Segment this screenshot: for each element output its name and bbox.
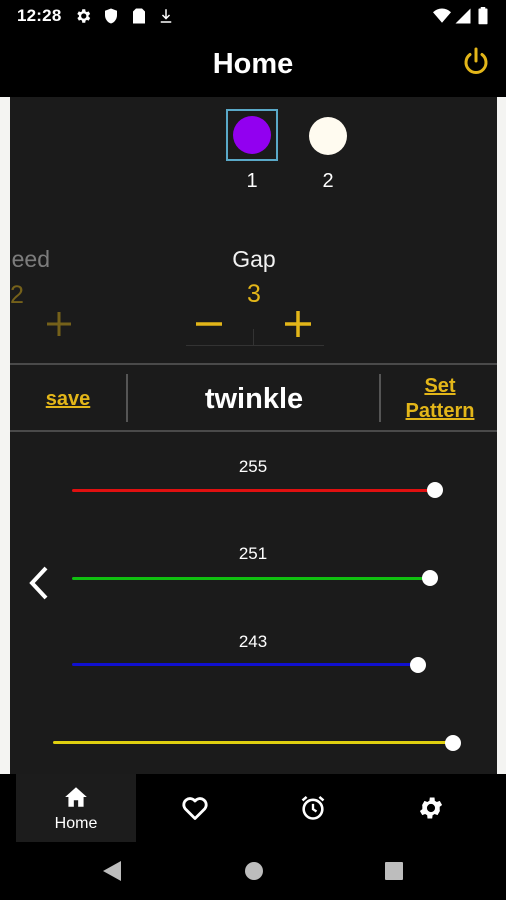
green-slider-value: 251	[238, 544, 268, 563]
power-icon[interactable]	[460, 46, 492, 78]
gap-label: Gap	[232, 246, 276, 272]
save-button[interactable]: save	[30, 387, 106, 412]
right-edge-panel	[497, 97, 506, 774]
blue-slider-thumb[interactable]	[410, 657, 426, 673]
signal-icon	[455, 8, 471, 24]
gear-icon	[419, 797, 443, 819]
wifi-icon	[433, 8, 451, 23]
app-bar: Home	[0, 34, 506, 97]
color-swatch-2[interactable]	[309, 117, 347, 155]
red-slider-value: 255	[238, 457, 268, 476]
tab-settings[interactable]	[372, 774, 490, 842]
set-pattern-line-2: Pattern	[405, 400, 475, 422]
speed-increase-button[interactable]	[41, 306, 77, 342]
green-slider-track[interactable]	[72, 577, 429, 580]
blue-slider-track[interactable]	[72, 663, 418, 666]
system-nav-bar	[0, 842, 506, 900]
home-icon	[65, 787, 87, 807]
download-icon	[160, 9, 172, 23]
tab-alarms[interactable]	[254, 774, 372, 842]
gap-stepper-underline	[186, 345, 324, 346]
main-content: 1 2 eed 2 Gap 3 save twinkle Set Pattern	[0, 97, 506, 774]
speed-value: 2	[10, 281, 24, 309]
gap-decrease-button[interactable]	[191, 306, 227, 342]
back-triangle-icon[interactable]	[101, 860, 123, 882]
set-pattern-line-1: Set	[424, 375, 456, 397]
status-time: 12:28	[17, 6, 62, 25]
left-edge-panel	[0, 97, 10, 774]
pattern-name: twinkle	[204, 383, 304, 415]
green-slider-thumb[interactable]	[422, 570, 438, 586]
color-swatch-1[interactable]	[233, 116, 271, 154]
tab-home[interactable]: Home	[16, 774, 136, 842]
tab-home-label: Home	[54, 815, 98, 832]
page-title: Home	[212, 48, 294, 80]
speed-label: eed	[11, 246, 50, 272]
pattern-bar-top-divider	[10, 363, 497, 365]
gap-stepper-divider	[253, 329, 254, 345]
heart-icon	[182, 797, 208, 820]
alarm-clock-icon	[301, 795, 325, 820]
app-screen: 12:28 Home 1 2 eed 2 Gap 3 save twinkle …	[0, 0, 506, 900]
swatch-label-1: 1	[246, 170, 258, 192]
status-bar: 12:28	[0, 0, 506, 34]
pattern-bar-bottom-divider	[10, 430, 497, 432]
pattern-bar-divider-left	[126, 374, 128, 422]
brightness-slider-track[interactable]	[53, 741, 453, 744]
pattern-bar-divider-right	[379, 374, 381, 422]
shield-icon	[105, 8, 117, 24]
red-slider-thumb[interactable]	[427, 482, 443, 498]
red-slider-track[interactable]	[72, 489, 434, 492]
gear-icon	[77, 9, 91, 23]
bottom-tab-bar: Home	[0, 774, 506, 842]
set-pattern-button[interactable]: Set Pattern	[392, 374, 488, 424]
chevron-left-icon[interactable]	[24, 563, 52, 603]
recents-square-icon[interactable]	[383, 860, 405, 882]
brightness-slider-thumb[interactable]	[445, 735, 461, 751]
home-circle-icon[interactable]	[243, 860, 265, 882]
sim-card-icon	[133, 8, 145, 24]
gap-value: 3	[247, 280, 261, 308]
gap-increase-button[interactable]	[280, 306, 316, 342]
blue-slider-value: 243	[238, 632, 268, 651]
tab-favorites[interactable]	[136, 774, 254, 842]
battery-icon	[478, 7, 488, 25]
swatch-label-2: 2	[322, 170, 334, 192]
